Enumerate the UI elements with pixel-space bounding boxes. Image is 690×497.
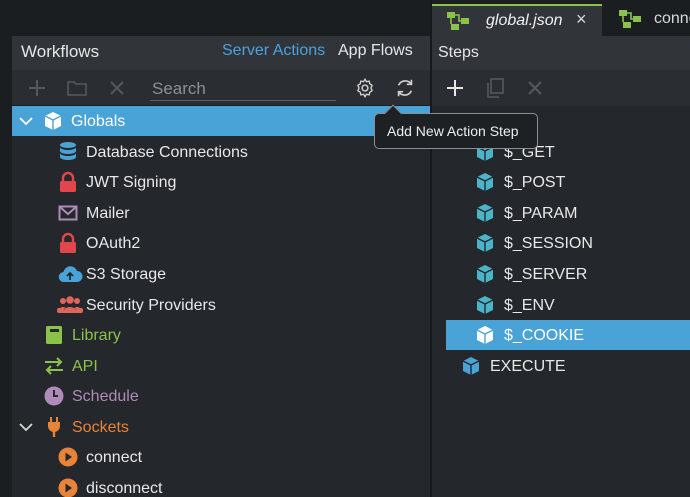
book-icon [43,324,65,346]
step-label: $_COOKIE [504,327,585,344]
editor-tabbar: global.json × connect [432,0,690,36]
step-env[interactable]: $_ENV [446,290,690,320]
close-icon[interactable]: × [576,9,587,30]
steps-panel: global.json × connect Steps $_GET [432,0,690,497]
tree-item-globals[interactable]: Globals [12,106,430,136]
tree-item-label: S3 Storage [86,266,167,283]
tree-item-api[interactable]: API [12,351,430,381]
tree-item-label: disconnect [86,480,163,497]
tree-item-oauth2[interactable]: OAuth2 [12,228,430,258]
clock-icon [43,385,65,407]
tree-item-label: connect [86,449,143,466]
steps-toolbar [432,70,690,106]
step-cookie[interactable]: $_COOKIE [446,320,690,350]
step-param[interactable]: $_PARAM [446,198,690,228]
gear-icon[interactable] [352,75,378,101]
chevron-down-icon[interactable] [18,113,34,129]
step-label: $_PARAM [504,205,578,222]
tree-item-label: Database Connections [86,144,248,161]
tab-label: global.json [486,12,563,29]
cube-icon [474,324,496,346]
tree-item-connect[interactable]: connect [12,442,430,472]
step-session[interactable]: $_SESSION [446,228,690,258]
tree-item-label: Mailer [86,205,130,222]
cloud-upload-icon [57,263,83,285]
workflows-toolbar [12,70,430,106]
add-step-tooltip: Add New Action Step [374,104,538,149]
tree-item-label: Library [72,327,121,344]
tab-global-json[interactable]: global.json × [432,4,602,36]
tab-server-actions[interactable]: Server Actions [222,42,325,60]
tree-item-label: Schedule [72,388,139,405]
tree-item-label: JWT Signing [86,174,177,191]
lock-icon [57,171,79,193]
step-label: $_POST [504,174,566,191]
workflows-title: Workflows [21,42,100,61]
workflows-header: Workflows Server Actions App Flows [12,36,430,70]
tree-item-label: API [72,358,98,375]
play-icon [57,477,79,497]
step-server[interactable]: $_SERVER [446,259,690,289]
tree-item-library[interactable]: Library [12,320,430,350]
cube-icon [474,202,496,224]
flow-icon [446,11,470,36]
cube-icon [474,263,496,285]
cube-icon [474,294,496,316]
tab-label: connect [654,10,690,27]
tree-item-s3-storage[interactable]: S3 Storage [12,259,430,289]
tab-connect[interactable]: connect [604,4,690,36]
steps-header: Steps [432,36,690,70]
tree-item-label: Globals [71,113,126,130]
tree-item-security-providers[interactable]: Security Providers [12,290,430,320]
tree-item-label: Sockets [72,419,129,436]
database-icon [57,141,79,163]
cube-icon [42,110,64,132]
left-top-bar [12,0,430,36]
flow-icon [618,9,642,34]
tooltip-text: Add New Action Step [387,123,519,139]
plug-icon [43,416,65,438]
tree-item-label: Security Providers [86,297,216,314]
delete-icon[interactable] [522,75,548,101]
copy-icon[interactable] [482,75,508,101]
step-label: EXECUTE [490,358,566,375]
tab-app-flows[interactable]: App Flows [338,42,413,60]
left-edge-strip [0,0,12,497]
workflows-panel: Workflows Server Actions App Flows Globa… [0,0,430,497]
tree-item-label: OAuth2 [86,235,141,252]
tree-item-disconnect[interactable]: disconnect [12,473,430,497]
users-icon [57,294,83,316]
tree-item-sockets[interactable]: Sockets [12,412,430,442]
steps-title: Steps [438,44,479,61]
delete-icon[interactable] [104,75,130,101]
tree-item-schedule[interactable]: Schedule [12,381,430,411]
tree-item-jwt-signing[interactable]: JWT Signing [12,167,430,197]
step-label: $_SERVER [504,266,588,283]
cube-icon [460,355,482,377]
chevron-down-icon[interactable] [18,419,34,435]
cube-icon [474,232,496,254]
folder-icon[interactable] [64,75,90,101]
mail-icon [57,202,79,224]
lock-icon [57,232,79,254]
step-label: $_ENV [504,297,555,314]
search-input[interactable] [150,77,336,101]
tree-item-mailer[interactable]: Mailer [12,198,430,228]
step-post[interactable]: $_POST [446,167,690,197]
cube-icon [474,171,496,193]
refresh-icon[interactable] [392,75,418,101]
play-icon [57,446,79,468]
swap-icon [43,355,65,377]
step-label: $_SESSION [504,235,593,252]
step-execute[interactable]: EXECUTE [432,351,690,381]
add-icon[interactable] [24,75,50,101]
add-step-icon[interactable] [442,75,468,101]
tree-item-database-connections[interactable]: Database Connections [12,137,430,167]
